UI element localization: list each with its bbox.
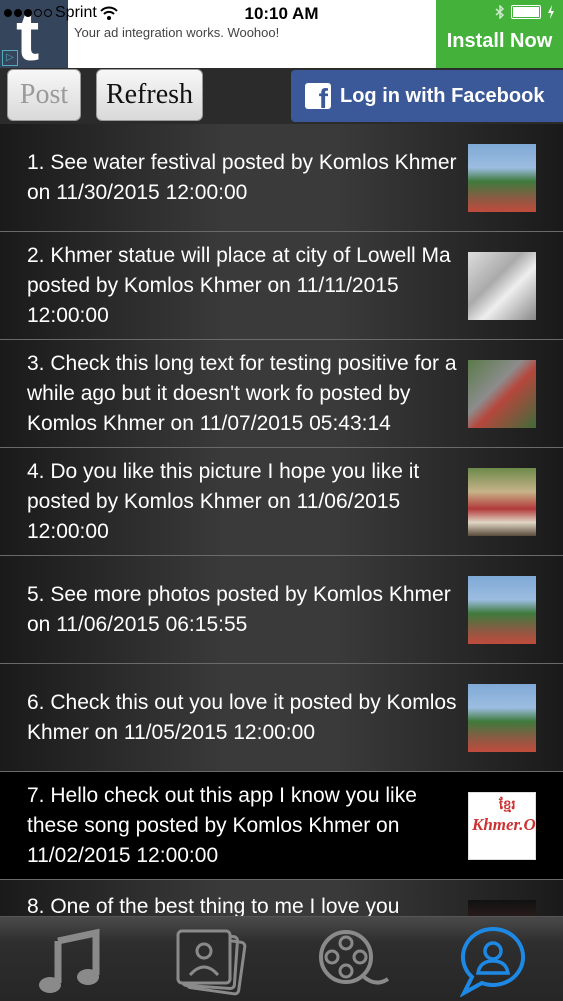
charging-icon (548, 5, 554, 19)
facebook-login-label: Log in with Facebook (340, 84, 545, 107)
user-icon (459, 926, 526, 997)
post-thumbnail (468, 468, 536, 536)
ad-banner[interactable]: t ▷ Sprint 10:10 AM Your ad integration … (0, 0, 563, 68)
tab-bar (0, 916, 563, 1001)
list-item[interactable]: 8. One of the best thing to me I love yo… (0, 880, 563, 916)
post-text: 5. See more photos posted by Komlos Khme… (27, 582, 451, 636)
tab-videos[interactable] (314, 925, 394, 997)
music-note-icon (39, 928, 100, 993)
tab-photos[interactable] (172, 925, 252, 997)
list-item[interactable]: 1. See water festival posted by Komlos K… (0, 124, 563, 232)
status-right-group (495, 5, 555, 19)
list-item[interactable]: 5. See more photos posted by Komlos Khme… (0, 556, 563, 664)
list-item[interactable]: 2. Khmer statue will place at city of Lo… (0, 232, 563, 340)
post-text: 6. Check this out you love it posted by … (27, 690, 457, 744)
post-text: 8. One of the best thing to me I love yo… (27, 895, 400, 916)
facebook-icon: f (305, 83, 331, 109)
bluetooth-icon (495, 5, 505, 19)
refresh-button[interactable]: Refresh (96, 69, 203, 121)
thumb-logo-top: ខ្មែរ (499, 797, 516, 812)
thumb-logo-text: Khmer.Org (472, 815, 536, 834)
post-text: 4. Do you like this picture I hope you l… (27, 459, 420, 543)
facebook-login-button[interactable]: f Log in with Facebook (291, 70, 563, 122)
photos-icon (176, 929, 247, 996)
post-list[interactable]: 1. See water festival posted by Komlos K… (0, 124, 563, 916)
ad-choices-icon[interactable]: ▷ (2, 50, 18, 66)
list-item[interactable]: 6. Check this out you love it posted by … (0, 664, 563, 772)
post-button[interactable]: Post (7, 69, 81, 121)
toolbar: Post Refresh f Log in with Facebook (0, 68, 563, 124)
post-thumbnail: ខ្មែរ Khmer.Org (468, 792, 536, 860)
film-reel-icon (319, 930, 390, 985)
post-thumbnail (468, 576, 536, 644)
ad-message: Your ad integration works. Woohoo! (74, 25, 280, 40)
list-item-selected[interactable]: 7. Hello check out this app I know you l… (0, 772, 563, 880)
post-text: 7. Hello check out this app I know you l… (27, 783, 417, 867)
battery-icon (511, 5, 541, 19)
post-thumbnail (468, 900, 536, 916)
post-thumbnail (468, 252, 536, 320)
post-text: 3. Check this long text for testing posi… (27, 351, 457, 435)
post-text: 2. Khmer statue will place at city of Lo… (27, 243, 451, 327)
install-now-label: Install Now (446, 29, 553, 52)
post-text: 1. See water festival posted by Komlos K… (27, 150, 457, 204)
post-thumbnail (468, 144, 536, 212)
list-item[interactable]: 3. Check this long text for testing posi… (0, 340, 563, 448)
tab-music[interactable] (30, 925, 110, 997)
post-thumbnail (468, 360, 536, 428)
list-item[interactable]: 4. Do you like this picture I hope you l… (0, 448, 563, 556)
post-thumbnail (468, 684, 536, 752)
tab-profile[interactable] (456, 925, 536, 997)
